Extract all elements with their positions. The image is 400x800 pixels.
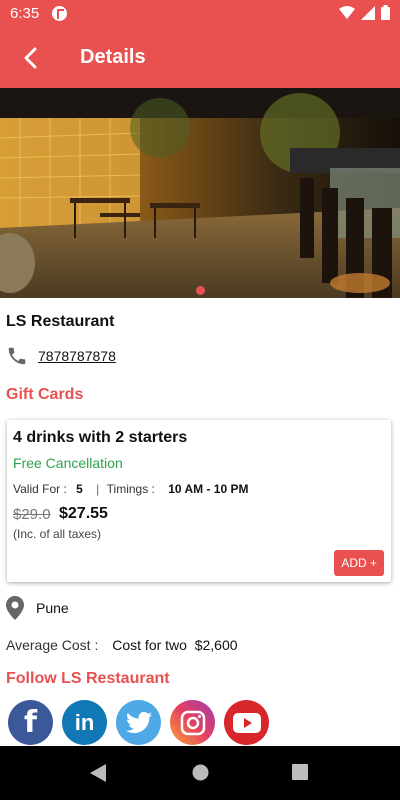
add-button[interactable]: ADD + [334, 550, 384, 576]
status-bar: 6:35 [0, 0, 400, 28]
notification-icon [52, 6, 67, 21]
nav-back-icon[interactable] [90, 764, 106, 782]
gift-card-title: 4 drinks with 2 starters [13, 429, 188, 446]
location-pin-icon [6, 596, 24, 620]
cancellation-text: Free Cancellation [13, 455, 123, 471]
timings-value: 10 AM - 10 PM [168, 482, 249, 496]
wifi-icon [339, 5, 355, 19]
phone-row: 7878787878 [6, 345, 116, 367]
valid-value: 5 [76, 482, 83, 496]
average-cost-label: Average Cost : [6, 637, 99, 653]
app-bar: Details [0, 28, 400, 88]
gift-cards-title: Gift Cards [6, 386, 84, 403]
phone-link[interactable]: 7878787878 [38, 348, 116, 364]
instagram-icon[interactable] [170, 700, 215, 745]
timings-label: Timings : [106, 482, 155, 496]
page-title: Details [80, 46, 146, 68]
social-links: f in [8, 700, 269, 745]
carousel-dot-active [195, 286, 205, 295]
phone-icon [8, 347, 26, 365]
carousel-indicator [0, 282, 400, 300]
signal-icon [361, 5, 375, 20]
facebook-icon[interactable]: f [8, 700, 53, 745]
location-text: Pune [36, 600, 69, 616]
nav-recents-icon[interactable] [292, 764, 308, 780]
status-time: 6:35 [10, 5, 40, 22]
average-cost-row: Average Cost : Cost for two $2,600 [6, 637, 238, 653]
location-row: Pune [6, 596, 69, 620]
twitter-icon[interactable] [116, 700, 161, 745]
linkedin-icon[interactable]: in [62, 700, 107, 745]
system-nav-bar [0, 746, 400, 800]
discounted-price: $27.55 [59, 505, 108, 522]
valid-label: Valid For : [13, 482, 67, 496]
average-cost-value: Cost for two $2,600 [112, 637, 238, 653]
status-icons [339, 5, 390, 20]
follow-title: Follow LS Restaurant [6, 670, 170, 687]
restaurant-name: LS Restaurant [6, 313, 115, 330]
gift-card: 4 drinks with 2 starters Free Cancellati… [7, 420, 391, 582]
gift-card-meta: Valid For : 5 | Timings : 10 AM - 10 PM [13, 482, 248, 496]
youtube-icon[interactable] [224, 700, 269, 745]
restaurant-photo [0, 88, 400, 298]
meta-separator: | [96, 482, 100, 496]
back-button[interactable] [12, 42, 48, 74]
restaurant-photo-carousel[interactable] [0, 88, 400, 298]
battery-icon [381, 5, 390, 20]
nav-home-icon[interactable] [192, 764, 209, 781]
back-arrow-icon [24, 47, 37, 69]
original-price: $29.0 [13, 506, 51, 523]
tax-note: (Inc. of all taxes) [13, 527, 102, 541]
